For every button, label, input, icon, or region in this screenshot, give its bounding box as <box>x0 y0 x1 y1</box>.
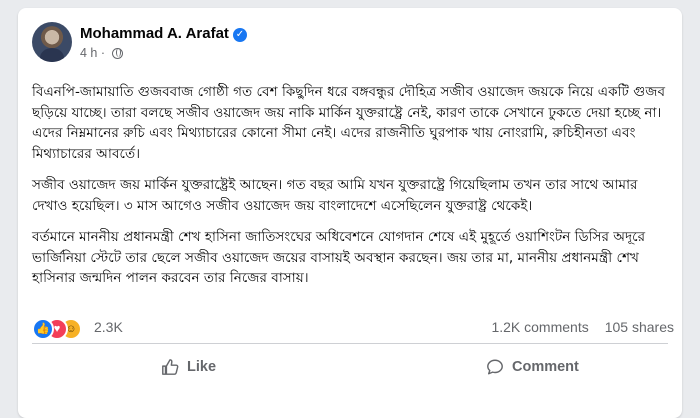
like-button-label: Like <box>187 359 217 375</box>
author-avatar[interactable] <box>32 22 72 62</box>
like-button[interactable]: Like <box>161 348 216 386</box>
comments-count[interactable]: 1.2K comments <box>491 319 588 335</box>
post-paragraph-1: বিএনপি-জামায়াতি গুজববাজ গোষ্ঠী গত বেশ ক… <box>32 84 666 162</box>
like-reaction-icon: 👍 <box>32 318 54 340</box>
facebook-post: Mohammad A. Arafat ✓ 4 h · বিএনপি-জামায়া… <box>18 8 682 418</box>
globe-icon <box>111 48 123 59</box>
author-name-row: Mohammad A. Arafat ✓ <box>80 25 247 42</box>
comment-button[interactable]: Comment <box>486 348 579 386</box>
divider <box>32 343 668 344</box>
comment-icon <box>487 359 503 375</box>
post-paragraph-2: সজীব ওয়াজেদ জয় মার্কিন যুক্তরাষ্ট্রেই … <box>32 177 638 214</box>
engagement-stats: 1.2K comments 105 shares <box>475 319 674 335</box>
post-timestamp[interactable]: 4 h <box>80 46 97 60</box>
post-body: বিএনপি-জামায়াতি গুজববাজ গোষ্ঠী গত বেশ ক… <box>32 82 672 300</box>
comment-button-label: Comment <box>512 359 579 375</box>
post-meta: 4 h · <box>80 46 123 60</box>
post-paragraph-3: বর্তমানে মাননীয় প্রধানমন্ত্রী শেখ হাসিন… <box>32 229 646 286</box>
thumbs-up-icon <box>162 359 179 375</box>
shares-count[interactable]: 105 shares <box>605 319 674 335</box>
reaction-count[interactable]: 2.3K <box>94 319 123 335</box>
verified-badge-icon: ✓ <box>232 28 247 42</box>
author-name[interactable]: Mohammad A. Arafat <box>80 25 229 42</box>
